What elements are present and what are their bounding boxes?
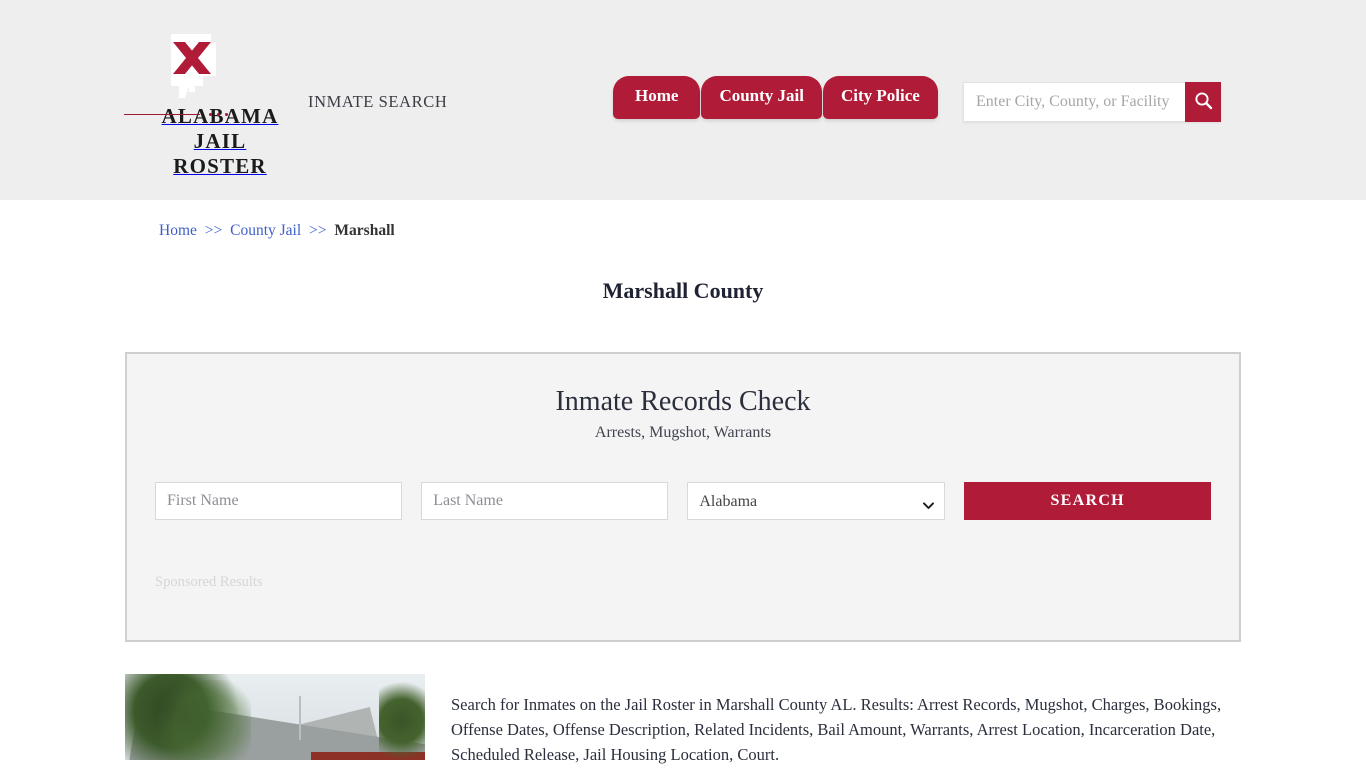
header-search — [963, 82, 1221, 122]
sponsored-results-label: Sponsored Results — [155, 574, 263, 590]
state-select-wrapper: Alabama — [687, 482, 946, 520]
page-body: Home >> County Jail >> Marshall Marshall… — [123, 200, 1243, 768]
inmate-records-widget: Inmate Records Check Arrests, Mugshot, W… — [125, 352, 1241, 642]
site-tagline: INMATE SEARCH — [308, 92, 448, 111]
main-navigation: Home County Jail City Police — [613, 76, 938, 119]
widget-subtitle: Arrests, Mugshot, Warrants — [594, 424, 772, 441]
widget-title: Inmate Records Check — [555, 386, 811, 417]
logo-line-2: JAIL ROSTER — [173, 128, 267, 178]
header-search-button[interactable] — [1185, 82, 1221, 122]
logo-line-1: ALABAMA — [161, 104, 279, 128]
county-jail-photo — [125, 674, 425, 760]
page-title: Marshall County — [602, 278, 764, 303]
alabama-state-cross-logo-icon — [155, 30, 285, 104]
state-select[interactable]: Alabama — [687, 482, 946, 520]
site-logo[interactable]: ALABAMA JAIL ROSTER — [123, 30, 285, 178]
site-header: ALABAMA JAIL ROSTER INMATE SEARCH Home C… — [0, 0, 1366, 200]
nav-item-home[interactable]: Home — [613, 76, 701, 119]
inmate-search-form: Alabama SEARCH — [155, 482, 1211, 520]
search-icon — [1194, 91, 1213, 113]
first-name-input[interactable] — [155, 482, 403, 520]
county-info-section: Search for Inmates on the Jail Roster in… — [125, 674, 1241, 768]
county-description: Search for Inmates on the Jail Roster in… — [451, 694, 1222, 764]
header-search-input[interactable] — [963, 82, 1185, 122]
nav-item-county-jail[interactable]: County Jail — [701, 76, 822, 119]
breadcrumb-item-home[interactable]: Home — [159, 222, 197, 239]
search-submit-button[interactable]: SEARCH — [964, 482, 1211, 520]
nav-item-city-police[interactable]: City Police — [822, 76, 938, 119]
header-inner: ALABAMA JAIL ROSTER INMATE SEARCH Home C… — [123, 0, 1243, 200]
last-name-input[interactable] — [421, 482, 669, 520]
breadcrumb-item-county-jail[interactable]: County Jail — [230, 222, 301, 239]
breadcrumb-item-current: Marshall — [334, 222, 395, 239]
breadcrumb-separator: >> — [204, 222, 223, 239]
breadcrumb: Home >> County Jail >> Marshall — [123, 200, 1243, 240]
breadcrumb-separator: >> — [309, 222, 327, 239]
